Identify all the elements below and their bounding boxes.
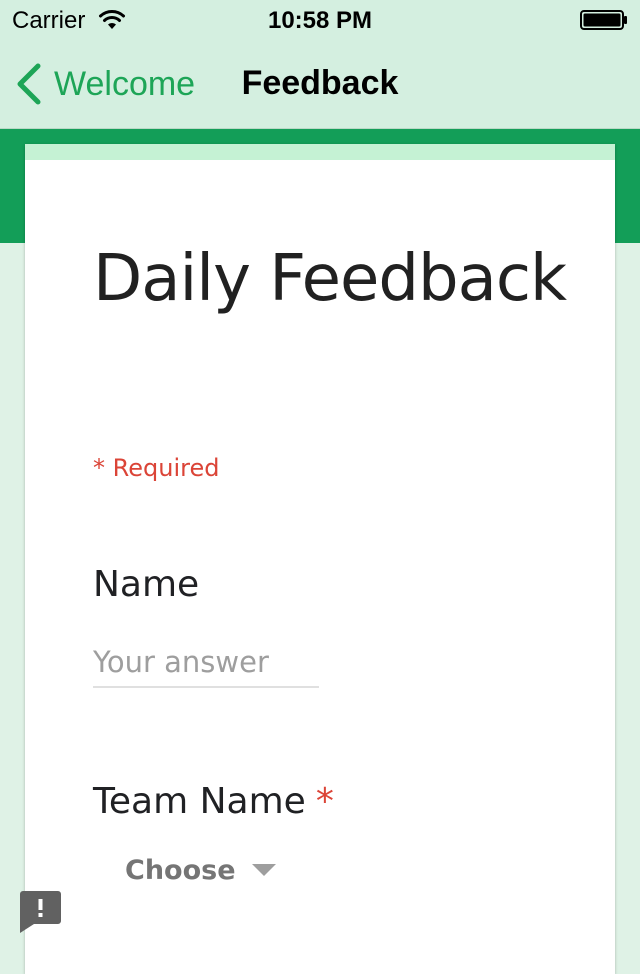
battery-icon <box>580 10 627 30</box>
page-title: Feedback <box>241 64 399 102</box>
name-input[interactable] <box>93 638 319 688</box>
navigation-bar: Welcome Feedback <box>0 40 640 128</box>
team-name-dropdown[interactable]: Choose <box>125 849 276 891</box>
form-card: Daily Feedback * Required Name Team Name… <box>25 144 615 974</box>
form-title: Daily Feedback <box>93 242 567 316</box>
report-icon[interactable] <box>20 891 61 933</box>
top-bar: Carrier 10:58 PM Welcome Feedback <box>0 0 640 129</box>
team-name-dropdown-value: Choose <box>125 854 236 886</box>
required-note: * Required <box>93 454 220 482</box>
team-name-label-text: Team Name <box>93 781 306 822</box>
required-star: * <box>315 781 334 822</box>
card-accent-strip <box>25 144 615 160</box>
status-time: 10:58 PM <box>267 7 373 34</box>
status-bar: Carrier 10:58 PM <box>0 0 640 40</box>
question-label-team-name: Team Name * <box>93 781 334 822</box>
question-label-name: Name <box>93 564 200 605</box>
caret-down-icon <box>251 864 276 876</box>
